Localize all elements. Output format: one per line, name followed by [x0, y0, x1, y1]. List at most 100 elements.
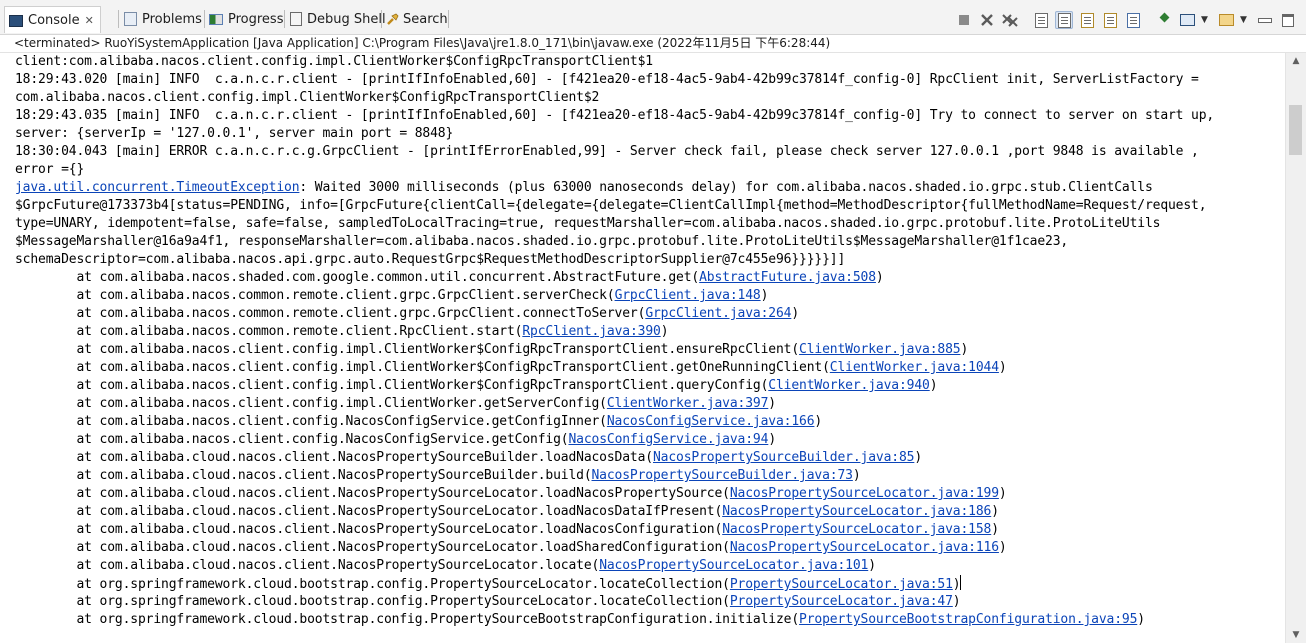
console-icon — [9, 14, 23, 27]
exception-message: : Waited 3000 milliseconds (plus 63000 n… — [299, 180, 1153, 195]
source-link[interactable]: NacosPropertySourceLocator.java:101 — [599, 558, 868, 573]
chevron-down-icon[interactable]: ▼ — [1201, 15, 1211, 25]
console-line: at com.alibaba.nacos.common.remote.clien… — [15, 287, 768, 305]
stack-frame-text: at com.alibaba.cloud.nacos.client.NacosP… — [15, 486, 730, 501]
stack-frame-close: ) — [768, 396, 776, 411]
show-on-stderr-icon[interactable] — [1101, 11, 1119, 29]
tab-divider — [381, 10, 382, 28]
stack-frame-close: ) — [768, 432, 776, 447]
view-tab-bar: Console ✕ Problems Progress Debug Shell … — [0, 0, 1306, 35]
stack-frame-close: ) — [998, 360, 1007, 375]
stack-frame-text: at com.alibaba.nacos.client.config.impl.… — [15, 342, 800, 357]
vertical-scrollbar[interactable]: ▲ ▼ — [1285, 53, 1306, 643]
remove-all-terminated-icon[interactable] — [1001, 11, 1019, 29]
source-link[interactable]: NacosPropertySourceLocator.java:116 — [730, 540, 999, 555]
pin-console-icon[interactable] — [1124, 11, 1142, 29]
remove-launch-icon[interactable] — [978, 11, 996, 29]
stack-frame-text: at com.alibaba.nacos.client.config.Nacos… — [15, 432, 569, 447]
stack-frame-text: at com.alibaba.cloud.nacos.client.NacosP… — [15, 468, 592, 483]
scroll-up-icon[interactable]: ▲ — [1286, 53, 1306, 69]
stack-frame-text: at com.alibaba.cloud.nacos.client.NacosP… — [15, 504, 723, 519]
stack-frame-close: ) — [814, 414, 823, 429]
source-link[interactable]: NacosConfigService.java:94 — [568, 432, 768, 447]
console-line: type=UNARY, idempotent=false, safe=false… — [15, 216, 1161, 231]
tab-search-label: Search — [403, 11, 448, 27]
tab-divider — [204, 10, 205, 28]
stack-frame-text: at com.alibaba.nacos.client.config.impl.… — [15, 360, 830, 375]
source-link[interactable]: ClientWorker.java:940 — [768, 378, 930, 393]
stack-frame-text: at com.alibaba.cloud.nacos.client.NacosP… — [15, 522, 723, 537]
stack-frame-text: at org.springframework.cloud.bootstrap.c… — [15, 577, 730, 592]
console-line: com.alibaba.nacos.client.config.impl.Cli… — [15, 90, 600, 105]
console-line: at com.alibaba.cloud.nacos.client.NacosP… — [15, 557, 876, 575]
console-line: at com.alibaba.nacos.client.config.impl.… — [15, 341, 968, 359]
console-output[interactable]: client:com.alibaba.nacos.client.config.i… — [0, 53, 1286, 643]
text-caret — [960, 575, 962, 590]
stack-frame-close: ) — [914, 450, 923, 465]
scroll-down-icon[interactable]: ▼ — [1286, 627, 1306, 643]
word-wrap-icon[interactable] — [1055, 11, 1073, 29]
stack-frame-close: ) — [875, 270, 884, 285]
stack-frame-text: at org.springframework.cloud.bootstrap.c… — [15, 594, 730, 609]
tab-progress[interactable]: Progress — [209, 8, 283, 30]
console-line: at com.alibaba.nacos.common.remote.clien… — [15, 323, 668, 341]
source-link[interactable]: NacosPropertySourceBuilder.java:85 — [653, 450, 914, 465]
source-link[interactable]: PropertySourceLocator.java:51 — [730, 577, 953, 592]
stack-frame-close: ) — [998, 540, 1007, 555]
problems-icon — [124, 12, 137, 26]
scroll-lock-icon[interactable] — [1032, 11, 1050, 29]
console-line: at com.alibaba.cloud.nacos.client.NacosP… — [15, 521, 999, 539]
tab-divider — [448, 10, 449, 28]
stack-frame-close: ) — [991, 522, 999, 537]
open-console-icon[interactable] — [1217, 11, 1235, 29]
tab-console[interactable]: Console ✕ — [4, 6, 101, 33]
source-link[interactable]: RpcClient.java:390 — [522, 324, 661, 339]
console-line: error ={} — [15, 162, 85, 177]
console-line: $MessageMarshaller@16a9a4f1, responseMar… — [15, 234, 1069, 249]
source-link[interactable]: PropertySourceLocator.java:47 — [730, 594, 953, 609]
source-link[interactable]: NacosPropertySourceLocator.java:199 — [730, 486, 999, 501]
console-line: at com.alibaba.cloud.nacos.client.NacosP… — [15, 467, 860, 485]
console-line: at com.alibaba.cloud.nacos.client.NacosP… — [15, 503, 999, 521]
source-link[interactable]: ClientWorker.java:1044 — [830, 360, 999, 375]
source-link[interactable]: NacosConfigService.java:166 — [607, 414, 815, 429]
source-link[interactable]: ClientWorker.java:885 — [799, 342, 961, 357]
stack-frame-text: at com.alibaba.nacos.common.remote.clien… — [15, 324, 523, 339]
console-line: at com.alibaba.nacos.client.config.impl.… — [15, 359, 1007, 377]
stack-frame-text: at com.alibaba.cloud.nacos.client.NacosP… — [15, 558, 600, 573]
console-line: at com.alibaba.nacos.client.config.impl.… — [15, 377, 937, 395]
pin-console-icon[interactable] — [1155, 11, 1173, 29]
console-line: schemaDescriptor=com.alibaba.nacos.api.g… — [15, 252, 846, 267]
terminate-icon[interactable] — [955, 11, 973, 29]
tab-divider — [118, 10, 119, 28]
console-line: at com.alibaba.nacos.common.remote.clien… — [15, 305, 799, 323]
source-link[interactable]: GrpcClient.java:148 — [615, 288, 761, 303]
minimize-icon[interactable] — [1256, 11, 1274, 29]
source-link[interactable]: GrpcClient.java:264 — [645, 306, 791, 321]
chevron-down-icon[interactable]: ▼ — [1240, 15, 1250, 25]
tab-problems[interactable]: Problems — [124, 8, 202, 30]
maximize-icon[interactable] — [1279, 11, 1297, 29]
source-link[interactable]: NacosPropertySourceLocator.java:158 — [722, 522, 991, 537]
stack-frame-text: at com.alibaba.nacos.client.config.impl.… — [15, 378, 769, 393]
exception-link[interactable]: java.util.concurrent.TimeoutException — [15, 180, 300, 195]
source-link[interactable]: AbstractFuture.java:508 — [699, 270, 876, 285]
launch-status-line: <terminated> RuoYiSystemApplication [Jav… — [0, 35, 1306, 52]
scrollbar-thumb[interactable] — [1289, 105, 1302, 155]
source-link[interactable]: ClientWorker.java:397 — [607, 396, 769, 411]
search-icon — [386, 13, 399, 25]
close-icon[interactable]: ✕ — [85, 14, 94, 27]
source-link[interactable]: NacosPropertySourceLocator.java:186 — [722, 504, 991, 519]
stack-frame-text: at com.alibaba.nacos.common.remote.clien… — [15, 306, 646, 321]
display-selected-console-icon[interactable] — [1178, 11, 1196, 29]
tab-search[interactable]: Search — [386, 8, 448, 30]
tab-debug-shell[interactable]: Debug Shell — [290, 8, 386, 30]
debug-shell-icon — [290, 12, 302, 26]
console-line: at com.alibaba.cloud.nacos.client.NacosP… — [15, 485, 1006, 503]
show-on-stdout-icon[interactable] — [1078, 11, 1096, 29]
stack-frame-close: ) — [960, 342, 969, 357]
source-link[interactable]: NacosPropertySourceBuilder.java:73 — [592, 468, 853, 483]
stack-frame-text: at com.alibaba.cloud.nacos.client.NacosP… — [15, 450, 653, 465]
stack-frame-close: ) — [760, 288, 769, 303]
source-link[interactable]: PropertySourceBootstrapConfiguration.jav… — [799, 612, 1137, 627]
